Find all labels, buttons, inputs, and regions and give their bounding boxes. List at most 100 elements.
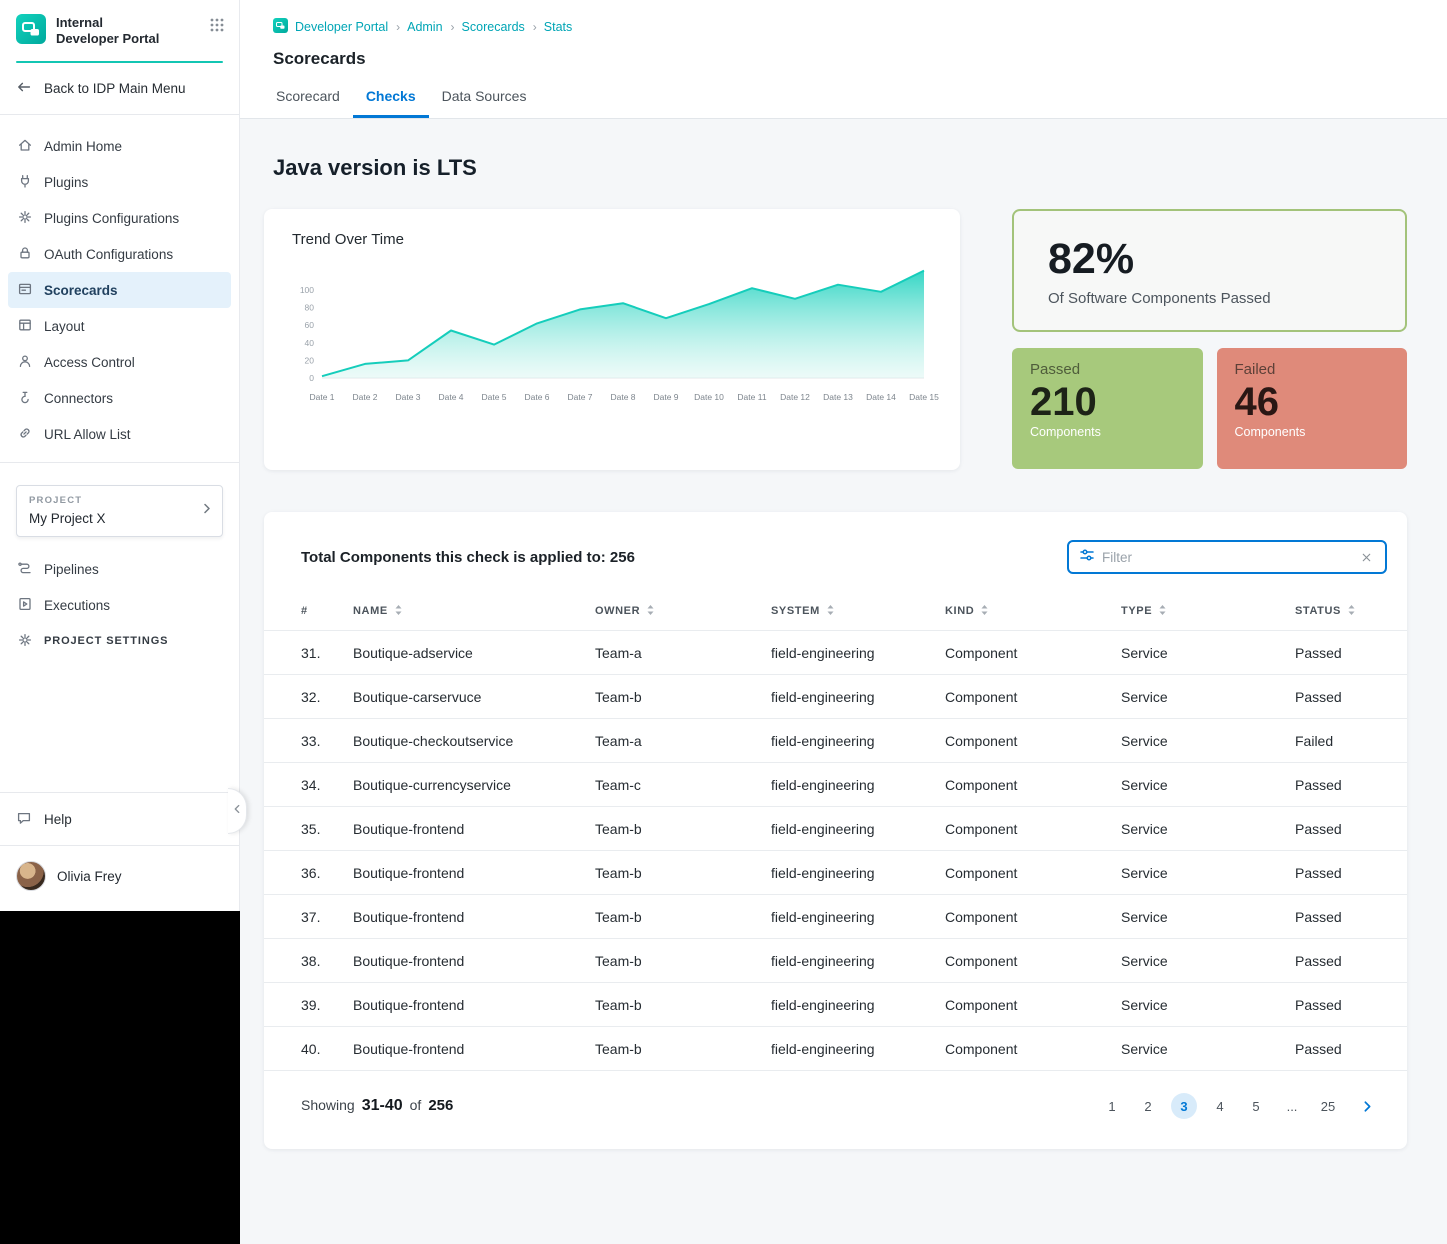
cell-system: field-engineering bbox=[763, 763, 937, 807]
cell-type: Service bbox=[1113, 631, 1287, 675]
th-type[interactable]: TYPE bbox=[1113, 594, 1287, 631]
cell-row-number: 31. bbox=[264, 631, 345, 675]
tab-scorecard[interactable]: Scorecard bbox=[263, 79, 353, 118]
next-page-button[interactable] bbox=[1358, 1097, 1377, 1116]
table-row[interactable]: 39. Boutique-frontend Team-b field-engin… bbox=[264, 983, 1407, 1027]
settings-gear-icon bbox=[17, 632, 33, 651]
pagination-page[interactable]: 1 bbox=[1099, 1093, 1125, 1119]
table-row[interactable]: 40. Boutique-frontend Team-b field-engin… bbox=[264, 1027, 1407, 1071]
sidebar-item-admin-home[interactable]: Admin Home bbox=[8, 128, 231, 164]
sidebar-item-plugins-configurations[interactable]: Plugins Configurations bbox=[8, 200, 231, 236]
sort-icon bbox=[826, 604, 835, 616]
lock-icon bbox=[17, 245, 33, 264]
sidebar-item-access-control[interactable]: Access Control bbox=[8, 344, 231, 380]
sidebar: Internal Developer Portal Back to IDP Ma… bbox=[0, 0, 240, 911]
cell-row-number: 38. bbox=[264, 939, 345, 983]
passed-components-card: Passed 210 Components bbox=[1012, 348, 1203, 469]
svg-text:Date 15: Date 15 bbox=[909, 392, 939, 402]
th-kind[interactable]: KIND bbox=[937, 594, 1113, 631]
cell-name: Boutique-frontend bbox=[345, 807, 587, 851]
table-title: Total Components this check is applied t… bbox=[301, 549, 635, 566]
cell-row-number: 32. bbox=[264, 675, 345, 719]
sidebar-item-connectors[interactable]: Connectors bbox=[8, 380, 231, 416]
close-icon[interactable] bbox=[1358, 549, 1375, 566]
filter-box bbox=[1067, 540, 1387, 574]
table-row[interactable]: 34. Boutique-currencyservice Team-c fiel… bbox=[264, 763, 1407, 807]
table-row[interactable]: 37. Boutique-frontend Team-b field-engin… bbox=[264, 895, 1407, 939]
sidebar-item-pipelines[interactable]: Pipelines bbox=[8, 551, 231, 587]
project-selector[interactable]: PROJECT My Project X bbox=[16, 485, 223, 537]
sidebar-header: Internal Developer Portal bbox=[0, 0, 239, 61]
table-row[interactable]: 33. Boutique-checkoutservice Team-a fiel… bbox=[264, 719, 1407, 763]
tab-data-sources[interactable]: Data Sources bbox=[429, 79, 540, 118]
pagination-page[interactable]: 4 bbox=[1207, 1093, 1233, 1119]
pagination: 12345...25 bbox=[1094, 1093, 1377, 1119]
pass-rate-percent: 82% bbox=[1048, 235, 1134, 284]
cell-type: Service bbox=[1113, 719, 1287, 763]
cell-status: Passed bbox=[1287, 807, 1407, 851]
breadcrumb-scorecards[interactable]: Scorecards bbox=[462, 20, 537, 34]
sidebar-item-oauth-configurations[interactable]: OAuth Configurations bbox=[8, 236, 231, 272]
pipeline-icon bbox=[17, 560, 33, 579]
cell-owner: Team-b bbox=[587, 807, 763, 851]
th-name[interactable]: NAME bbox=[345, 594, 587, 631]
th-status[interactable]: STATUS bbox=[1287, 594, 1407, 631]
sidebar-item-plugins[interactable]: Plugins bbox=[8, 164, 231, 200]
breadcrumb-admin[interactable]: Admin bbox=[407, 20, 454, 34]
sidebar-item-project-settings[interactable]: PROJECT SETTINGS bbox=[8, 623, 231, 659]
app-frame: Internal Developer Portal Back to IDP Ma… bbox=[0, 0, 1447, 1244]
scorecard-icon bbox=[17, 281, 33, 300]
svg-text:Date 4: Date 4 bbox=[438, 392, 463, 402]
cell-status: Passed bbox=[1287, 631, 1407, 675]
cell-owner: Team-a bbox=[587, 719, 763, 763]
main-area: Developer Portal Admin Scorecards Stats … bbox=[240, 0, 1447, 1244]
sidebar-item-layout[interactable]: Layout bbox=[8, 308, 231, 344]
cell-status: Passed bbox=[1287, 851, 1407, 895]
user-profile[interactable]: Olivia Frey bbox=[0, 846, 239, 911]
sidebar-item-scorecards[interactable]: Scorecards bbox=[8, 272, 231, 308]
cell-kind: Component bbox=[937, 895, 1113, 939]
table-row[interactable]: 36. Boutique-frontend Team-b field-engin… bbox=[264, 851, 1407, 895]
pagination-page[interactable]: 25 bbox=[1315, 1093, 1341, 1119]
filter-input[interactable] bbox=[1095, 550, 1358, 565]
table-row[interactable]: 32. Boutique-carservuce Team-b field-eng… bbox=[264, 675, 1407, 719]
grid-menu-icon[interactable] bbox=[209, 17, 225, 38]
cell-name: Boutique-checkoutservice bbox=[345, 719, 587, 763]
link-icon bbox=[17, 425, 33, 444]
cell-system: field-engineering bbox=[763, 851, 937, 895]
cell-owner: Team-b bbox=[587, 851, 763, 895]
back-arrow-icon bbox=[16, 79, 32, 98]
table-header-row: # NAME OWNER SYSTEM KIND TYPE STATUS bbox=[264, 594, 1407, 631]
th-owner[interactable]: OWNER bbox=[587, 594, 763, 631]
tab-checks[interactable]: Checks bbox=[353, 79, 429, 118]
breadcrumb-developer-portal[interactable]: Developer Portal bbox=[295, 20, 400, 34]
table-row[interactable]: 31. Boutique-adservice Team-a field-engi… bbox=[264, 631, 1407, 675]
cell-system: field-engineering bbox=[763, 939, 937, 983]
back-to-main-menu-button[interactable]: Back to IDP Main Menu bbox=[0, 63, 239, 114]
sort-icon bbox=[646, 604, 655, 616]
pagination-page[interactable]: 5 bbox=[1243, 1093, 1269, 1119]
passed-count: 210 bbox=[1030, 380, 1185, 424]
svg-text:Date 6: Date 6 bbox=[524, 392, 549, 402]
cell-row-number: 33. bbox=[264, 719, 345, 763]
app-logo-icon bbox=[16, 14, 46, 49]
pagination-page[interactable]: 3 bbox=[1171, 1093, 1197, 1119]
cell-name: Boutique-adservice bbox=[345, 631, 587, 675]
cell-status: Failed bbox=[1287, 719, 1407, 763]
pass-rate-caption: Of Software Components Passed bbox=[1048, 290, 1271, 307]
help-chat-icon bbox=[16, 810, 32, 829]
pagination-page[interactable]: 2 bbox=[1135, 1093, 1161, 1119]
table-row[interactable]: 38. Boutique-frontend Team-b field-engin… bbox=[264, 939, 1407, 983]
cell-name: Boutique-frontend bbox=[345, 983, 587, 1027]
table-row[interactable]: 35. Boutique-frontend Team-b field-engin… bbox=[264, 807, 1407, 851]
cell-status: Passed bbox=[1287, 939, 1407, 983]
connector-icon bbox=[17, 389, 33, 408]
svg-text:Date 2: Date 2 bbox=[352, 392, 377, 402]
th-system[interactable]: SYSTEM bbox=[763, 594, 937, 631]
help-button[interactable]: Help bbox=[0, 793, 239, 845]
pass-rate-summary-card: 82% Of Software Components Passed bbox=[1012, 209, 1407, 332]
svg-text:Date 5: Date 5 bbox=[481, 392, 506, 402]
svg-text:Date 13: Date 13 bbox=[823, 392, 853, 402]
sidebar-item-url-allow-list[interactable]: URL Allow List bbox=[8, 416, 231, 452]
sidebar-item-executions[interactable]: Executions bbox=[8, 587, 231, 623]
